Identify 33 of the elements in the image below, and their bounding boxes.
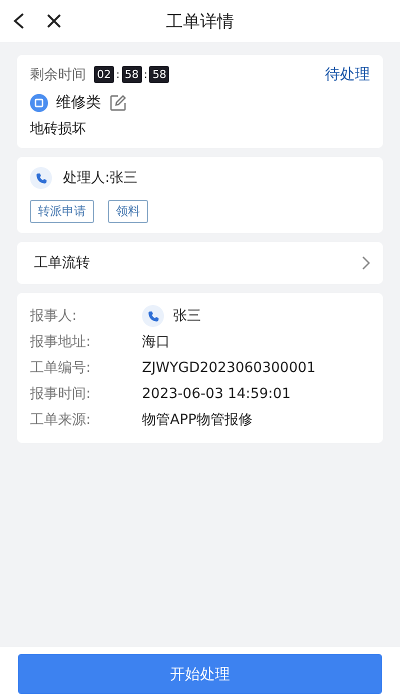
timer-separator: : bbox=[144, 68, 148, 81]
action-button[interactable]: 领料 bbox=[108, 200, 148, 223]
field-label: 报事人: bbox=[30, 307, 78, 325]
field-label: 工单编号: bbox=[30, 359, 92, 377]
field-value: ZJWYGD2023060300001 bbox=[142, 360, 316, 376]
timer-digits: 02 bbox=[94, 66, 114, 83]
phone-icon[interactable] bbox=[142, 305, 164, 327]
category-label: 维修类 bbox=[56, 93, 101, 112]
action-button[interactable]: 转派申请 bbox=[30, 200, 94, 223]
timer-label: 剩余时间 bbox=[30, 66, 86, 84]
chevron-right-icon bbox=[362, 256, 370, 270]
timer-digits: 58 bbox=[122, 66, 142, 83]
edit-icon[interactable] bbox=[109, 94, 127, 112]
field-label: 工单来源: bbox=[30, 411, 92, 429]
field-value: 海口 bbox=[142, 333, 170, 351]
field-label: 报事地址: bbox=[30, 333, 92, 351]
phone-icon[interactable] bbox=[30, 167, 52, 189]
field-value: 2023-06-03 14:59:01 bbox=[142, 386, 291, 402]
timer-digits: 58 bbox=[149, 66, 170, 83]
field-label: 报事时间: bbox=[30, 385, 92, 403]
field-value: 物管APP物管报修 bbox=[142, 411, 252, 429]
close-icon[interactable] bbox=[46, 13, 62, 29]
timer-separator: : bbox=[116, 68, 120, 81]
category-icon bbox=[30, 94, 48, 112]
field-value: 张三 bbox=[173, 307, 201, 325]
description-text: 地砖损坏 bbox=[30, 120, 87, 138]
start-button[interactable]: 开始处理 bbox=[18, 654, 382, 694]
back-icon[interactable] bbox=[12, 12, 26, 30]
status-label: 待处理 bbox=[325, 65, 370, 84]
flow-label: 工单流转 bbox=[34, 254, 90, 272]
handler-name: 处理人:张三 bbox=[63, 169, 138, 187]
flow-row[interactable]: 工单流转 bbox=[17, 242, 383, 284]
page-title: 工单详情 bbox=[166, 12, 234, 32]
